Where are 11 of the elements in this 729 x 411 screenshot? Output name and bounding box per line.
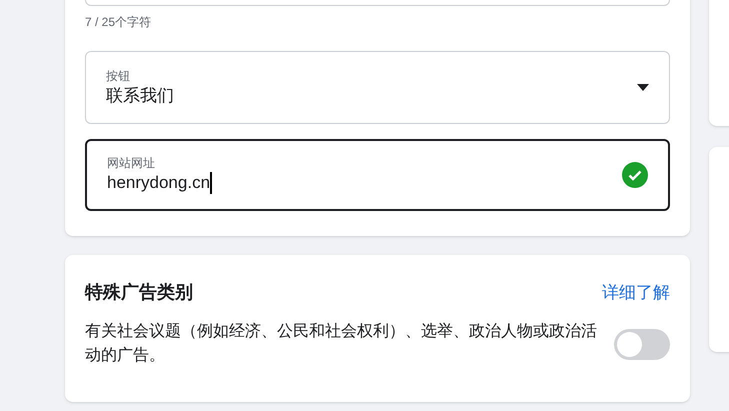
field-label: 网站网址 [107,155,156,171]
learn-more-link[interactable]: 详细了解 [602,280,670,306]
toggle-switch[interactable] [614,328,670,360]
field-value: henrydong.cn [107,172,210,194]
website-field[interactable]: 网站网址 henrydong.cn [85,139,670,211]
text-cursor [210,172,212,194]
caret-icon [637,84,649,91]
section-title: 特殊广告类别 [85,281,193,304]
category-description: 有关社会议题（例如经济、公民和社会权利）、选举、政治人物或政治活动的广告。 [85,322,598,366]
character-counter: 7 / 25个字符 [85,14,152,30]
button-select[interactable]: 按钮 联系我们 [85,51,670,124]
